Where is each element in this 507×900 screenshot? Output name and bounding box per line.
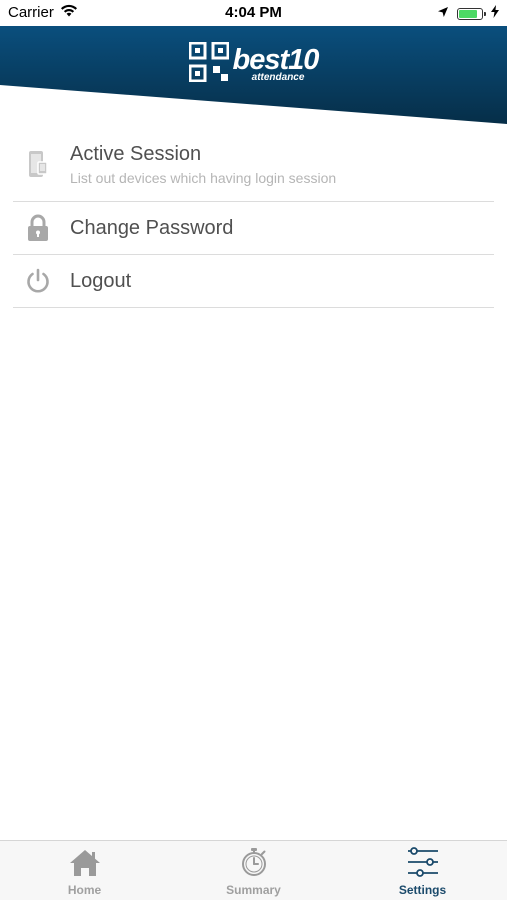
location-arrow-icon	[437, 5, 449, 22]
battery-icon	[457, 7, 486, 20]
status-bar: Carrier 4:04 PM	[0, 0, 507, 26]
active-session-row[interactable]: Active Session List out devices which ha…	[13, 128, 494, 202]
charging-bolt-icon	[491, 5, 499, 22]
home-icon	[69, 849, 101, 882]
active-session-title: Active Session	[70, 143, 202, 165]
change-password-text: Change Password	[63, 217, 233, 240]
tab-settings[interactable]: Settings	[338, 841, 507, 900]
settings-list: Active Session List out devices which ha…	[13, 128, 494, 308]
active-session-subtitle: List out devices which having login sess…	[70, 170, 337, 186]
tab-settings-label: Settings	[398, 883, 447, 897]
logout-title: Logout	[70, 269, 132, 292]
tab-summary[interactable]: Summary	[169, 841, 338, 900]
logo-main-text: best10	[232, 44, 320, 76]
tab-home-label: Home	[67, 883, 102, 897]
status-time: 4:04 PM	[225, 4, 282, 21]
header-banner: best10 attendance	[0, 25, 507, 125]
logout-text: Logout	[63, 270, 131, 293]
app-logo: best10 attendance	[0, 41, 507, 87]
logo-sub-text: attendance	[251, 72, 305, 83]
device-session-icon	[13, 150, 63, 180]
active-session-text: Active Session List out devices which ha…	[63, 143, 336, 186]
tab-summary-label: Summary	[226, 883, 281, 897]
logo-wordmark: best10 attendance	[232, 44, 320, 83]
qr-code-icon	[188, 41, 230, 87]
change-password-title: Change Password	[70, 216, 234, 239]
lock-icon	[13, 214, 63, 242]
tab-home[interactable]: Home	[0, 841, 169, 900]
tab-bar: Home Summary Settings	[0, 840, 507, 900]
sliders-icon	[406, 847, 440, 882]
logout-row[interactable]: Logout	[13, 255, 494, 308]
stopwatch-icon	[239, 847, 269, 882]
settings-screen: Carrier 4:04 PM best10 attendance Active…	[0, 0, 507, 900]
power-icon	[13, 268, 63, 294]
status-right	[437, 5, 499, 22]
change-password-row[interactable]: Change Password	[13, 202, 494, 255]
